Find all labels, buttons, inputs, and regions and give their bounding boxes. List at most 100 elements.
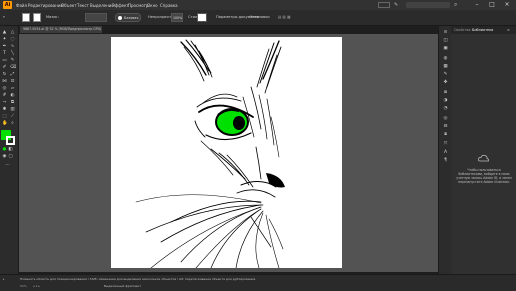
- brush-dot-icon: [118, 15, 122, 20]
- menu-select[interactable]: Выделение: [90, 3, 114, 8]
- paragraph-icon[interactable]: ¶: [443, 158, 448, 163]
- type-icon[interactable]: T: [2, 51, 7, 56]
- panel-tabs: Свойства Библиотеки ≡: [451, 26, 516, 34]
- opacity-value: 100%: [173, 16, 183, 20]
- status-bar: ▸ Поменять область для позиционирования …: [0, 274, 516, 291]
- opacity-input[interactable]: 100%: [171, 13, 183, 22]
- menu-view[interactable]: Просмотр: [128, 3, 149, 8]
- stroke-swatch[interactable]: [33, 13, 41, 22]
- slice-icon[interactable]: ⟋: [10, 114, 15, 119]
- gradient-icon[interactable]: ◐: [10, 93, 15, 98]
- no-selection-label: ▾: [3, 15, 5, 19]
- selection-tool-icon[interactable]: ▲: [2, 30, 7, 35]
- menu-effect[interactable]: Эффект: [112, 3, 129, 8]
- appearance-icon[interactable]: ◎: [443, 116, 448, 121]
- scale-icon[interactable]: ⤢: [10, 72, 15, 77]
- tab-properties[interactable]: Свойства: [454, 28, 471, 32]
- control-bar: ▾ Мазок: Базовая Непрозрачность: 100% Ст…: [0, 10, 516, 26]
- draw-mode-icon[interactable]: ◉: [2, 154, 7, 159]
- layers-icon[interactable]: ◫: [443, 38, 448, 43]
- hand-tool-icon[interactable]: ✋: [2, 121, 8, 126]
- symbol-sprayer-icon[interactable]: ✱: [2, 107, 7, 112]
- preferences-button[interactable]: Установки: [250, 15, 270, 19]
- artboard-nav[interactable]: ◂ 1 ▸: [33, 284, 40, 288]
- line-tool-icon[interactable]: ╲: [10, 51, 15, 56]
- free-transform-icon[interactable]: ⊡: [10, 79, 15, 84]
- brush-icon[interactable]: ✎: [394, 2, 401, 8]
- swap-colors-icon[interactable]: ●: [2, 147, 7, 152]
- rotate-icon[interactable]: ↻: [2, 72, 7, 77]
- zoom-level[interactable]: 52%: [20, 284, 27, 288]
- gradient-panel-icon[interactable]: ◑: [443, 98, 448, 103]
- menu-object[interactable]: Объект: [61, 3, 77, 8]
- brush-preset-dropdown[interactable]: Базовая: [115, 13, 141, 22]
- graphic-style-swatch[interactable]: [197, 13, 207, 22]
- menu-text[interactable]: Текст: [77, 3, 89, 8]
- workspace-switcher[interactable]: [406, 2, 450, 8]
- panel-menu-icon[interactable]: ≡: [507, 28, 510, 32]
- paintbrush-icon[interactable]: ✎: [10, 58, 15, 63]
- maximize-button[interactable]: □: [485, 1, 499, 9]
- toolbox: ▲ △ ✦ ◌ ✒ ∿ T ╲ ▭ ✎ ✐ ⌫ ↻ ⤢ ⋈ ⊡ ◎ ▱ # ◐ …: [0, 26, 19, 274]
- menu-edit[interactable]: Редактирование: [28, 3, 63, 8]
- zoom-tool-icon[interactable]: ⌕: [10, 121, 15, 126]
- menu-help[interactable]: Справка: [160, 3, 178, 8]
- stroke-weight-input[interactable]: [85, 13, 107, 22]
- document-tab[interactable]: 9887-5054.ai @ 52 % (RGB/Предпросмотр GP…: [20, 26, 102, 33]
- curvature-icon[interactable]: ∿: [10, 44, 15, 49]
- menu-bar: Ai Файл Редактирование Объект Текст Выде…: [0, 0, 516, 10]
- app-logo: Ai: [3, 1, 12, 9]
- cat-line-art: [135, 39, 285, 268]
- status-mode[interactable]: Выделенный фрагмент: [104, 284, 141, 288]
- menu-file[interactable]: Файл: [16, 3, 27, 8]
- close-button[interactable]: ×: [500, 1, 514, 9]
- libraries-panel: Свойства Библиотеки ≡ Чтобы пользоваться…: [451, 26, 516, 274]
- perspective-icon[interactable]: ▱: [10, 86, 15, 91]
- search-icon[interactable]: ⌕: [454, 1, 461, 8]
- status-toggle-icon[interactable]: ▸: [3, 277, 5, 281]
- magic-wand-icon[interactable]: ✦: [2, 37, 7, 42]
- transparency-icon[interactable]: ◔: [443, 106, 448, 111]
- stroke-icon[interactable]: ≣: [443, 90, 448, 95]
- blend-icon[interactable]: ⧉: [10, 100, 15, 105]
- width-tool-icon[interactable]: ⋈: [2, 79, 7, 84]
- artboard[interactable]: [111, 37, 342, 268]
- symbols-icon[interactable]: ✤: [443, 80, 448, 85]
- transform-icon[interactable]: ⤧: [443, 142, 448, 147]
- align-icon[interactable]: ▤ ▥ ▦: [278, 15, 290, 19]
- brushes-icon[interactable]: ✎: [443, 72, 448, 77]
- fill-swatch[interactable]: [22, 13, 30, 22]
- eyedropper-icon[interactable]: ⊸: [2, 100, 7, 105]
- panel-dock-strip: ≡ ◫ ▣ ◍ ▦ ✎ ✤ ≣ ◑ ◔ ◎ ⊟ ⧈ ⤧ A ¶: [438, 26, 452, 274]
- graph-icon[interactable]: ▥: [10, 107, 15, 112]
- tab-libraries[interactable]: Библиотеки: [472, 28, 493, 32]
- direct-selection-tool-icon[interactable]: △: [10, 30, 15, 35]
- menu-window[interactable]: Окно: [147, 3, 158, 8]
- properties-icon[interactable]: ≡: [443, 30, 448, 35]
- eye-pupil: [233, 116, 245, 130]
- eraser-icon[interactable]: ⌫: [10, 65, 16, 70]
- artboard-tool-icon[interactable]: ⬚: [2, 114, 7, 119]
- stroke-label: Мазок:: [46, 15, 59, 19]
- stroke-color-swatch[interactable]: [6, 136, 15, 145]
- lasso-icon[interactable]: ◌: [10, 37, 15, 42]
- cc-cloud-icon: [478, 154, 489, 162]
- more-tools-icon[interactable]: ⋯: [5, 163, 10, 168]
- swatches-icon[interactable]: ▦: [443, 64, 448, 69]
- libraries-icon[interactable]: ▣: [443, 46, 448, 51]
- character-icon[interactable]: A: [443, 150, 448, 155]
- minimize-button[interactable]: –: [470, 1, 484, 9]
- arrange-icon[interactable]: [378, 2, 390, 8]
- pen-tool-icon[interactable]: ✒: [2, 44, 7, 49]
- brush-preset-label: Базовая: [124, 16, 139, 20]
- screen-mode-icon[interactable]: ▢: [8, 154, 13, 159]
- align-panel-icon[interactable]: ⊟: [443, 124, 448, 129]
- pathfinder-icon[interactable]: ⧈: [443, 132, 448, 137]
- rectangle-tool-icon[interactable]: ▭: [2, 58, 7, 63]
- cat-nose: [266, 173, 285, 188]
- shaper-icon[interactable]: ✐: [2, 65, 7, 70]
- default-colors-icon[interactable]: ◧: [8, 147, 13, 152]
- shape-builder-icon[interactable]: ◎: [2, 86, 7, 91]
- mesh-icon[interactable]: #: [2, 93, 7, 98]
- color-icon[interactable]: ◍: [443, 56, 448, 61]
